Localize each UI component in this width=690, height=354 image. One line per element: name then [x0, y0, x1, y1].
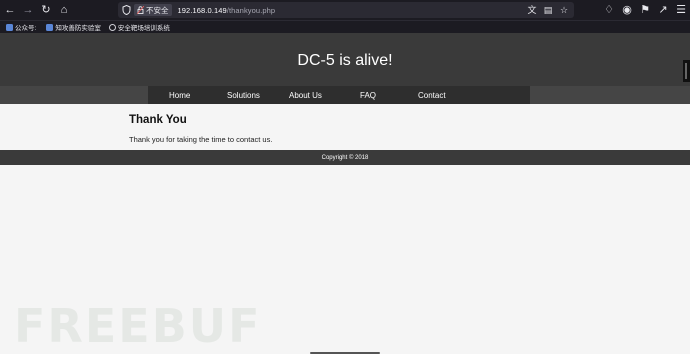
- watermark: FREEBUF: [14, 299, 262, 353]
- menu-item-contact[interactable]: Contact: [418, 91, 446, 100]
- tracking-shield-icon[interactable]: [120, 5, 132, 15]
- forward-icon[interactable]: →: [20, 2, 36, 18]
- bookmarks-bar: 公众号: 知攻善防实验室 安全靶场培训系统: [0, 20, 690, 33]
- security-indicator[interactable]: 不安全: [134, 4, 172, 16]
- copyright-text: Copyright © 2018: [321, 154, 369, 161]
- lab-icon: [46, 23, 54, 31]
- toolbar-right: ♢ ◉ ⚑ ↗ ☰: [602, 2, 688, 18]
- url-text[interactable]: 192.168.0.149/thankyou.php: [178, 6, 276, 15]
- site-title: DC-5 is alive!: [297, 51, 393, 69]
- url-actions: 文 ▤ ☆: [526, 4, 570, 16]
- bookmark-item[interactable]: 公众号:: [6, 22, 36, 32]
- extensions-icon[interactable]: ⚑: [638, 2, 652, 18]
- menu-item-solutions[interactable]: Solutions: [227, 91, 260, 100]
- page-heading: Thank You: [129, 114, 187, 126]
- reader-view-icon[interactable]: ▤: [542, 4, 554, 16]
- main-menu: Home Solutions About Us FAQ Contact: [0, 86, 690, 104]
- pocket-icon[interactable]: ♢: [602, 2, 616, 18]
- menu-icon[interactable]: ☰: [674, 2, 688, 18]
- url-host: 192.168.0.149: [177, 5, 227, 15]
- thank-you-message: Thank you for taking the time to contact…: [129, 135, 273, 144]
- back-icon[interactable]: ←: [2, 2, 18, 18]
- translate-icon[interactable]: 文: [526, 4, 538, 16]
- security-label: 不安全: [146, 5, 169, 15]
- site-header: DC-5 is alive!: [0, 33, 690, 86]
- bookmark-label: 公众号:: [15, 25, 37, 32]
- insecure-lock-icon: [137, 6, 144, 14]
- bookmark-item[interactable]: 安全靶场培训系统: [108, 22, 170, 32]
- share-icon[interactable]: ↗: [656, 2, 670, 18]
- site-footer: Copyright © 2018: [0, 150, 690, 165]
- bookmark-star-icon[interactable]: ☆: [558, 4, 570, 16]
- account-icon[interactable]: ◉: [620, 2, 634, 18]
- nav-buttons: ← → ↻ ⌂: [2, 2, 72, 18]
- bookmark-label: 知攻善防实验室: [55, 25, 101, 32]
- browser-toolbar: ← → ↻ ⌂ 不安全 192.168.0.149/thankyou.php 文…: [0, 0, 690, 20]
- menu-item-faq[interactable]: FAQ: [360, 91, 376, 100]
- watermark-text: FREEBUF: [14, 299, 262, 353]
- menu-item-about-us[interactable]: About Us: [289, 91, 322, 100]
- reload-icon[interactable]: ↻: [38, 2, 54, 18]
- side-tab-handle[interactable]: [683, 60, 690, 82]
- wechat-icon: [6, 23, 13, 31]
- home-icon[interactable]: ⌂: [56, 2, 72, 18]
- globe-icon: [108, 23, 116, 31]
- menu-item-home[interactable]: Home: [169, 91, 190, 100]
- url-path: /thankyou.php: [226, 5, 276, 15]
- menu-bar: Home Solutions About Us FAQ Contact: [148, 86, 530, 104]
- main-content: Thank You Thank you for taking the time …: [0, 104, 690, 150]
- bookmark-item[interactable]: 知攻善防实验室: [46, 22, 101, 32]
- url-bar[interactable]: 不安全 192.168.0.149/thankyou.php 文 ▤ ☆: [118, 2, 574, 18]
- bookmark-label: 安全靶场培训系统: [117, 25, 170, 32]
